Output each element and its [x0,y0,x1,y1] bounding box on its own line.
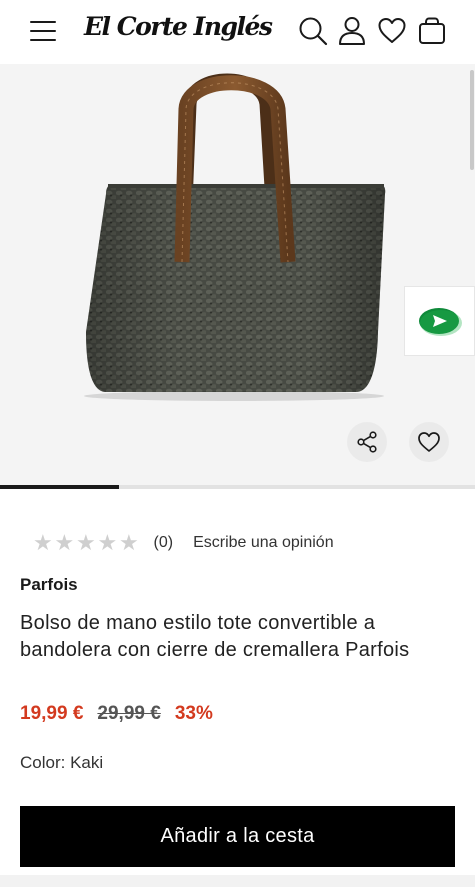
discount-badge: 33% [174,703,213,724]
favorite-button[interactable] [409,422,449,462]
product-brand[interactable]: Parfois [20,575,78,595]
original-price: 29,99 € [97,703,161,724]
chat-button[interactable] [404,286,475,356]
star-icon: ★ [97,530,118,555]
product-image[interactable] [66,64,406,404]
site-logo[interactable]: El Corte Inglés [84,12,273,41]
share-icon [357,431,377,453]
menu-icon[interactable] [30,20,56,42]
color-label: Color: Kaki [20,753,104,772]
write-review-link[interactable]: Escribe una opinión [193,534,334,552]
gallery-progress [0,485,475,489]
product-gallery[interactable] [0,64,475,489]
chat-icon [419,308,462,336]
price-row: 19,99 € 29,99 € 33% [20,703,213,725]
star-icon: ★ [33,530,53,555]
heart-icon[interactable] [377,16,407,46]
search-icon[interactable] [298,16,328,46]
top-header: El Corte Inglés [0,0,475,64]
bottom-bar [0,875,475,887]
star-icon: ★ [76,530,96,555]
rating-row: ★ ★ ★ ★ ★ (0) Escribe una opinión [33,531,334,555]
star-icon: ★ [119,530,139,555]
add-to-cart-button[interactable]: Añadir a la cesta [20,806,455,867]
star-rating: ★ ★ ★ ★ ★ [33,532,141,554]
star-icon: ★ [54,530,75,555]
current-price: 19,99 € [20,703,84,724]
bag-icon[interactable] [417,16,447,46]
product-title: Bolso de mano estilo tote convertible a … [20,612,410,661]
gallery-progress-fill [0,485,119,489]
rating-count: (0) [153,534,174,551]
user-icon[interactable] [337,16,367,46]
heart-icon [418,432,440,452]
page-scrollbar[interactable] [470,70,474,170]
share-button[interactable] [347,422,387,462]
